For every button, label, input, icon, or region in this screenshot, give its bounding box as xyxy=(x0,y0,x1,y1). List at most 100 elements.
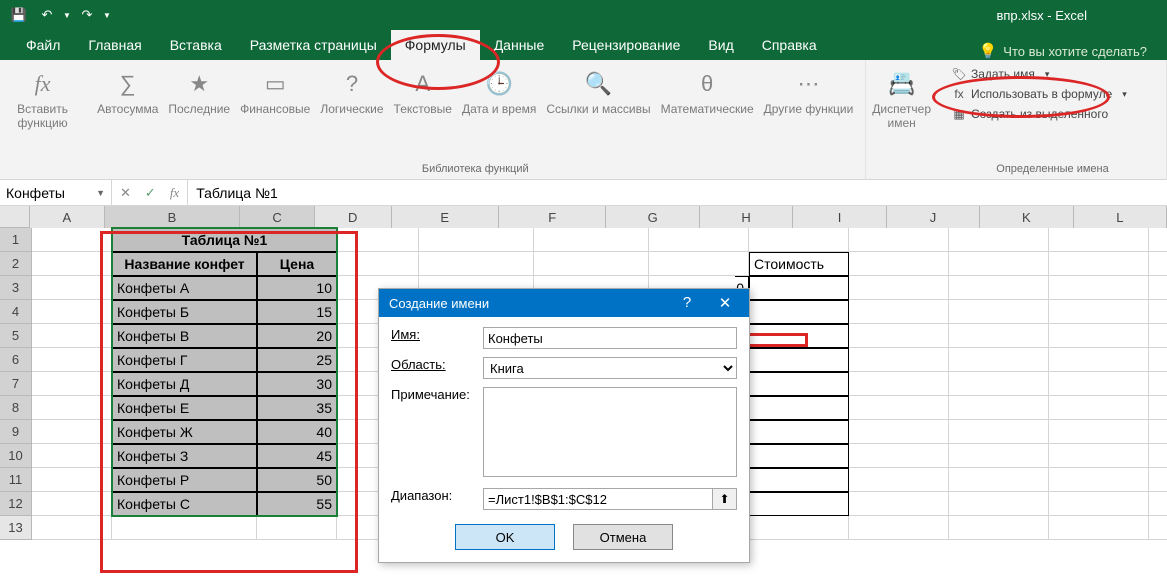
table1-name-8[interactable]: Конфеты Р xyxy=(112,468,257,492)
col-header-D[interactable]: D xyxy=(315,206,392,228)
cell-K1[interactable] xyxy=(1049,228,1149,252)
table1-name-7[interactable]: Конфеты З xyxy=(112,444,257,468)
table1-name-5[interactable]: Конфеты Е xyxy=(112,396,257,420)
cell-A7[interactable] xyxy=(32,372,112,396)
cell-J9[interactable] xyxy=(949,420,1049,444)
col-header-J[interactable]: J xyxy=(887,206,980,228)
cell-J5[interactable] xyxy=(949,324,1049,348)
cell-L1[interactable] xyxy=(1149,228,1167,252)
lookup-button[interactable]: 🔍Ссылки и массивы xyxy=(542,64,654,120)
cell-A12[interactable] xyxy=(32,492,112,516)
cell-J6[interactable] xyxy=(949,348,1049,372)
scope-select[interactable]: Книга xyxy=(483,357,737,379)
tab-file[interactable]: Файл xyxy=(12,30,74,60)
fx-button-icon[interactable]: fx xyxy=(170,185,179,201)
row-header-9[interactable]: 9 xyxy=(0,420,32,444)
tab-insert[interactable]: Вставка xyxy=(156,30,236,60)
table2-h3[interactable]: Стоимость xyxy=(749,252,849,276)
cell-A2[interactable] xyxy=(32,252,112,276)
range-field[interactable] xyxy=(483,488,713,510)
table1-name-0[interactable]: Конфеты А xyxy=(112,276,257,300)
row-header-1[interactable]: 1 xyxy=(0,228,32,252)
cell-D2[interactable] xyxy=(337,252,419,276)
dialog-titlebar[interactable]: Создание имени ? ✕ xyxy=(379,289,749,317)
row-header-2[interactable]: 2 xyxy=(0,252,32,276)
cell-I11[interactable] xyxy=(849,468,949,492)
row-header-3[interactable]: 3 xyxy=(0,276,32,300)
logical-button[interactable]: ?Логические xyxy=(316,64,387,120)
cell-A1[interactable] xyxy=(32,228,112,252)
tab-formulas[interactable]: Формулы xyxy=(391,30,480,60)
undo-dropdown[interactable]: ▼ xyxy=(62,2,72,28)
cell-K13[interactable] xyxy=(1049,516,1149,540)
cell-I6[interactable] xyxy=(849,348,949,372)
insert-function-button[interactable]: fx Вставить функцию xyxy=(8,64,77,135)
name-manager-button[interactable]: 📇 Диспетчер имен xyxy=(868,64,935,135)
cell-K8[interactable] xyxy=(1049,396,1149,420)
table1-name-6[interactable]: Конфеты Ж xyxy=(112,420,257,444)
table1-price-7[interactable]: 45 xyxy=(257,444,337,468)
row-header-4[interactable]: 4 xyxy=(0,300,32,324)
table2-cost-1[interactable] xyxy=(749,300,849,324)
cell-I2[interactable] xyxy=(849,252,949,276)
row-header-10[interactable]: 10 xyxy=(0,444,32,468)
cell-K2[interactable] xyxy=(1049,252,1149,276)
table1-price-6[interactable]: 40 xyxy=(257,420,337,444)
ok-button[interactable]: OK xyxy=(455,524,555,550)
cell-L2[interactable] xyxy=(1149,252,1167,276)
redo-icon[interactable]: ↷ xyxy=(74,2,100,28)
name-field[interactable] xyxy=(483,327,737,349)
cell-A9[interactable] xyxy=(32,420,112,444)
cell-K12[interactable] xyxy=(1049,492,1149,516)
tell-me-search[interactable]: 💡 Что вы хотите сделать? xyxy=(971,42,1155,60)
cell-A11[interactable] xyxy=(32,468,112,492)
cell-L7[interactable] xyxy=(1149,372,1167,396)
cell-K5[interactable] xyxy=(1049,324,1149,348)
table1-title[interactable]: Таблица №1 xyxy=(112,228,337,252)
cell-J3[interactable] xyxy=(949,276,1049,300)
table1-name-9[interactable]: Конфеты С xyxy=(112,492,257,516)
select-all-corner[interactable] xyxy=(0,206,30,228)
math-button[interactable]: θМатематические xyxy=(657,64,758,120)
cell-E1[interactable] xyxy=(419,228,534,252)
col-header-G[interactable]: G xyxy=(606,206,699,228)
cell-E2[interactable] xyxy=(419,252,534,276)
table1-price-0[interactable]: 10 xyxy=(257,276,337,300)
table1-price-2[interactable]: 20 xyxy=(257,324,337,348)
table1-price-4[interactable]: 30 xyxy=(257,372,337,396)
datetime-button[interactable]: 🕒Дата и время xyxy=(458,64,540,120)
table1-h1[interactable]: Название конфет xyxy=(112,252,257,276)
cell-I9[interactable] xyxy=(849,420,949,444)
col-header-E[interactable]: E xyxy=(392,206,499,228)
cell-G2[interactable] xyxy=(649,252,749,276)
dialog-close-icon[interactable]: ✕ xyxy=(711,294,739,312)
row-header-7[interactable]: 7 xyxy=(0,372,32,396)
dialog-help-icon[interactable]: ? xyxy=(673,294,701,312)
tab-review[interactable]: Рецензирование xyxy=(558,30,694,60)
autosum-button[interactable]: ∑Автосумма xyxy=(93,64,162,120)
col-header-I[interactable]: I xyxy=(793,206,886,228)
range-picker-button[interactable]: ⬆ xyxy=(713,488,737,510)
cell-A6[interactable] xyxy=(32,348,112,372)
table1-name-1[interactable]: Конфеты Б xyxy=(112,300,257,324)
cell-L13[interactable] xyxy=(1149,516,1167,540)
save-icon[interactable]: 💾 xyxy=(6,2,32,28)
col-header-L[interactable]: L xyxy=(1074,206,1167,228)
cell-L6[interactable] xyxy=(1149,348,1167,372)
col-header-A[interactable]: A xyxy=(30,206,105,228)
cell-H1[interactable] xyxy=(749,228,849,252)
cell-A13[interactable] xyxy=(32,516,112,540)
cell-I3[interactable] xyxy=(849,276,949,300)
cell-G1[interactable] xyxy=(649,228,749,252)
table1-price-1[interactable]: 15 xyxy=(257,300,337,324)
cell-L8[interactable] xyxy=(1149,396,1167,420)
row-header-12[interactable]: 12 xyxy=(0,492,32,516)
cell-J8[interactable] xyxy=(949,396,1049,420)
accept-formula-icon[interactable]: ✓ xyxy=(145,185,156,201)
create-from-selection-button[interactable]: ▦Создать из выделенного xyxy=(947,104,1158,124)
col-header-H[interactable]: H xyxy=(700,206,793,228)
cell-I7[interactable] xyxy=(849,372,949,396)
table2-cost-0[interactable] xyxy=(749,276,849,300)
cell-F1[interactable] xyxy=(534,228,649,252)
cell-K7[interactable] xyxy=(1049,372,1149,396)
